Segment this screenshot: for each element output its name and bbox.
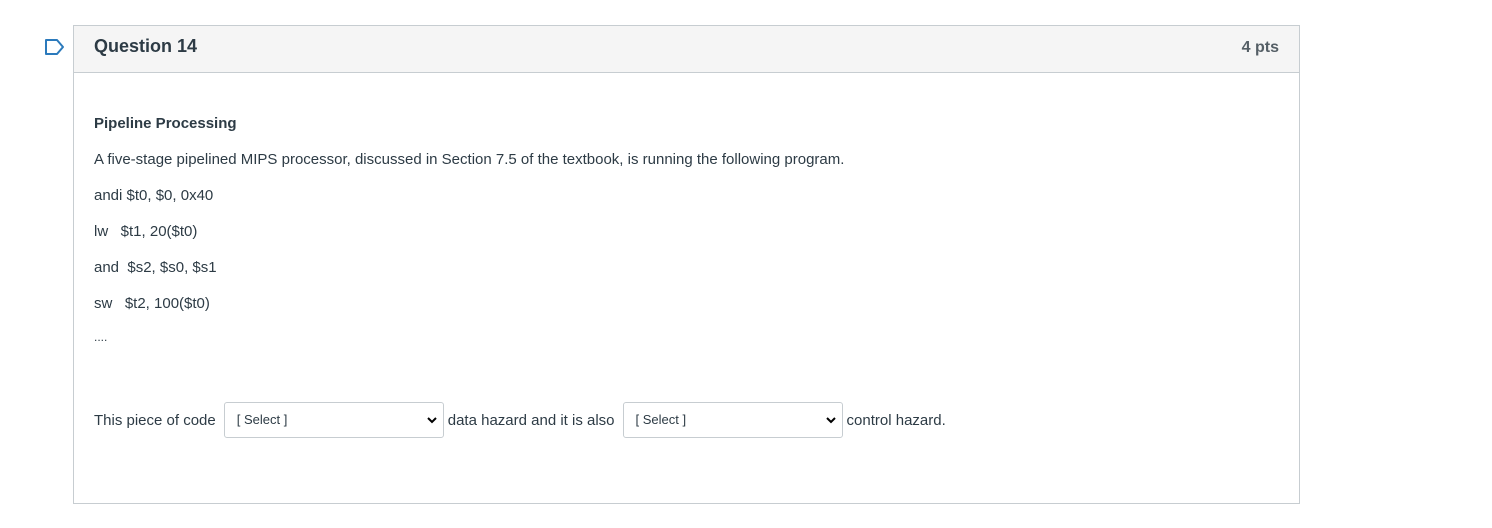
answer-middle: data hazard and it is also xyxy=(447,411,615,429)
code-line: andi $t0, $0, 0x40 xyxy=(94,187,214,204)
section-heading: Pipeline Processing xyxy=(94,115,237,132)
select-value: [ Select ] xyxy=(635,412,687,427)
answer-row: This piece of code [ Select ] data hazar… xyxy=(94,401,946,439)
question-header: Question 14 4 pts xyxy=(74,26,1299,73)
question-description: A five-stage pipelined MIPS processor, d… xyxy=(94,151,845,168)
hazard-select-2[interactable]: [ Select ] xyxy=(622,402,843,438)
question-points: 4 pts xyxy=(1241,39,1279,56)
select-value: [ Select ] xyxy=(236,412,288,427)
flag-question-icon[interactable] xyxy=(44,38,66,56)
question-card: Question 14 4 pts Pipeline Processing A … xyxy=(73,25,1300,504)
hazard-select-1[interactable]: [ Select ] xyxy=(223,402,444,438)
code-line: lw $t1, 20($t0) xyxy=(94,223,198,240)
question-title: Question 14 xyxy=(94,36,198,56)
code-line: sw $t2, 100($t0) xyxy=(94,295,210,312)
code-line: and $s2, $s0, $s1 xyxy=(94,259,217,276)
chevron-down-icon xyxy=(427,417,437,424)
answer-suffix: control hazard. xyxy=(846,411,946,429)
answer-prefix: This piece of code xyxy=(94,411,216,429)
chevron-down-icon xyxy=(825,417,836,424)
code-ellipsis: .... xyxy=(94,330,108,344)
